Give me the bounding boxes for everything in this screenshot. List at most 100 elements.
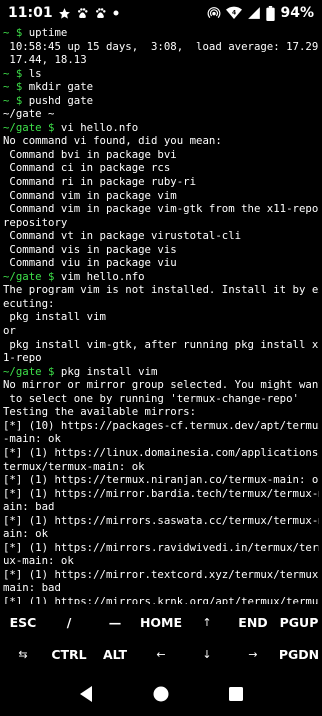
alt-key[interactable]: ALT: [92, 638, 138, 670]
slash-key[interactable]: /: [46, 606, 92, 638]
terminal-line: ain: bad: [3, 500, 319, 514]
battery-percent: 94%: [280, 5, 314, 21]
ctrl-key[interactable]: CTRL: [46, 638, 92, 670]
terminal-line: 10:58:45 up 15 days, 3:08, load average:…: [3, 40, 319, 54]
home-button[interactable]: [141, 674, 181, 714]
terminal-line-text: Command bvi in package bvi: [3, 147, 177, 161]
terminal-line: Command vt in package virustotal-cli: [3, 229, 319, 243]
terminal-line: 17.44, 18.13: [3, 53, 319, 67]
terminal-line-text: Command viu in package viu: [3, 256, 177, 270]
terminal-line-text: uptime: [28, 26, 68, 39]
terminal-line: pkg install vim-gtk, after running pkg i…: [3, 338, 319, 352]
shell-prompt: ~/gate $: [3, 120, 61, 134]
status-right: 4 94%: [207, 5, 314, 21]
terminal-line: pkg install vim: [3, 310, 319, 324]
terminal-line: -main: ok: [3, 432, 319, 446]
terminal-line-text: [*] (1) https://mirrors.krnk.org/apt/ter…: [3, 594, 319, 604]
home-key[interactable]: HOME: [138, 606, 184, 638]
shell-prompt: ~/gate $: [3, 269, 61, 283]
dash-key[interactable]: —: [92, 606, 138, 638]
recents-button[interactable]: [216, 674, 256, 714]
shell-prompt: ~ $: [3, 80, 29, 94]
terminal-output[interactable]: ~ $ uptime 10:58:45 up 15 days, 3:08, lo…: [3, 26, 319, 604]
terminal-line-text: or: [3, 324, 16, 338]
extra-keys-row-2: ⇆ CTRL ALT ← ↓ → PGDN: [0, 638, 322, 670]
terminal-line-text: The program vim is not installed. Instal…: [3, 283, 319, 297]
terminal-line-text: 10:58:45 up 15 days, 3:08, load average:…: [3, 39, 319, 53]
terminal-line-text: ls: [28, 66, 42, 80]
terminal-line-text: ~/gate ~: [3, 107, 55, 121]
terminal-line-text: [*] (10) https://packages-cf.termux.dev/…: [3, 418, 319, 432]
terminal-line-text: [*] (1) https://mirror.textcord.xyz/term…: [3, 567, 319, 581]
terminal-line-text: Command ci in package rcs: [3, 161, 171, 175]
terminal-line: Command vim in package vim-gtk from the …: [3, 202, 319, 216]
terminal-line: Command vis in package vis: [3, 243, 319, 257]
terminal-line: [*] (1) https://mirrors.saswata.cc/termu…: [3, 514, 319, 528]
terminal-line: ~ $ mkdir gate: [3, 80, 319, 94]
terminal-line: Command bvi in package bvi: [3, 148, 319, 162]
terminal-line: to select one by running 'termux-change-…: [3, 392, 319, 406]
shell-prompt: ~ $: [3, 93, 29, 107]
terminal-line: [*] (1) https://mirror.textcord.xyz/term…: [3, 568, 319, 582]
terminal-line-text: -main: ok: [3, 432, 61, 446]
page-down-key[interactable]: PGDN: [276, 638, 322, 670]
arrow-down-key[interactable]: ↓: [184, 638, 230, 670]
terminal-line-text: ain: ok: [3, 527, 49, 541]
page-up-key[interactable]: PGUP: [276, 606, 322, 638]
terminal-line-text: [*] (1) https://mirrors.ravidwivedi.in/t…: [3, 540, 319, 554]
terminal-line: Command ci in package rcs: [3, 161, 319, 175]
terminal-line: ~/gate $ vi hello.nfo: [3, 121, 319, 135]
terminal-line: [*] (1) https://linux.domainesia.com/app…: [3, 446, 319, 460]
esc-key[interactable]: ESC: [0, 606, 46, 638]
terminal-line-text: [*] (1) https://mirrors.saswata.cc/termu…: [3, 513, 319, 527]
back-button[interactable]: [66, 674, 106, 714]
terminal-line-text: to select one by running 'termux-change-…: [3, 391, 299, 405]
signal-icon: [247, 6, 261, 20]
pet-paw-icon: [76, 7, 89, 20]
terminal-line-text: [*] (1) https://linux.domainesia.com/app…: [3, 445, 319, 459]
extra-keys-row-1: ESC / — HOME ↑ END PGUP: [0, 606, 322, 638]
terminal-line-text: 1-repo: [3, 351, 42, 365]
terminal-line: Command viu in package viu: [3, 256, 319, 270]
pet-paw-icon: [94, 7, 107, 20]
terminal-line-text: Command vis in package vis: [3, 242, 177, 256]
terminal-line: Command vim in package vim: [3, 189, 319, 203]
terminal-line: ux-main: ok: [3, 554, 319, 568]
terminal-line-text: repository: [3, 215, 68, 229]
recents-icon: [229, 687, 244, 701]
terminal-line-text: No mirror or mirror group selected. You …: [3, 378, 319, 392]
terminal-line-text: Testing the available mirrors:: [3, 405, 197, 419]
terminal-line: [*] (1) https://mirrors.ravidwivedi.in/t…: [3, 541, 319, 555]
terminal-line: No mirror or mirror group selected. You …: [3, 378, 319, 392]
arrow-up-key[interactable]: ↑: [184, 606, 230, 638]
extra-keys-bar: ESC / — HOME ↑ END PGUP ⇆ CTRL ALT ← ↓ → PGDN: [0, 606, 322, 670]
terminal-line-text: pkg install vim: [3, 310, 106, 324]
terminal-line: ~ $ pushd gate: [3, 94, 319, 108]
hotspot-icon: [207, 6, 221, 20]
terminal-line-text: mkdir gate: [28, 80, 94, 94]
terminal-line: ~ $ uptime: [3, 26, 319, 40]
terminal-line-text: vim hello.nfo: [60, 269, 145, 283]
shell-prompt: ~ $: [3, 26, 29, 39]
terminal-line: termux/termux-main: ok: [3, 460, 319, 474]
terminal-line-text: pkg install vim-gtk, after running pkg i…: [3, 337, 319, 351]
status-time: 11:01: [8, 5, 53, 21]
dot-icon: [112, 9, 120, 17]
battery-icon: [266, 5, 276, 21]
tab-key[interactable]: ⇆: [0, 638, 46, 670]
terminal-line-text: Command vim in package vim: [3, 188, 177, 202]
status-left: 11:01: [8, 5, 120, 21]
end-key[interactable]: END: [230, 606, 276, 638]
terminal-line: [*] (1) https://termux.niranjan.co/termu…: [3, 473, 319, 487]
terminal-line-text: pkg install vim: [60, 364, 158, 378]
terminal-line-text: ux-main: ok: [3, 554, 74, 568]
arrow-left-key[interactable]: ←: [138, 638, 184, 670]
terminal-line-text: [*] (1) https://mirror.bardia.tech/termu…: [3, 486, 319, 500]
shell-prompt: ~/gate $: [3, 364, 61, 378]
terminal-line-text: vi hello.nfo: [60, 120, 139, 134]
terminal-line-text: pushd gate: [28, 93, 94, 107]
arrow-right-key[interactable]: →: [230, 638, 276, 670]
terminal-line: 1-repo: [3, 351, 319, 365]
terminal-line-text: No command vi found, did you mean:: [3, 134, 222, 148]
terminal-line-text: Command ri in package ruby-ri: [3, 175, 197, 189]
